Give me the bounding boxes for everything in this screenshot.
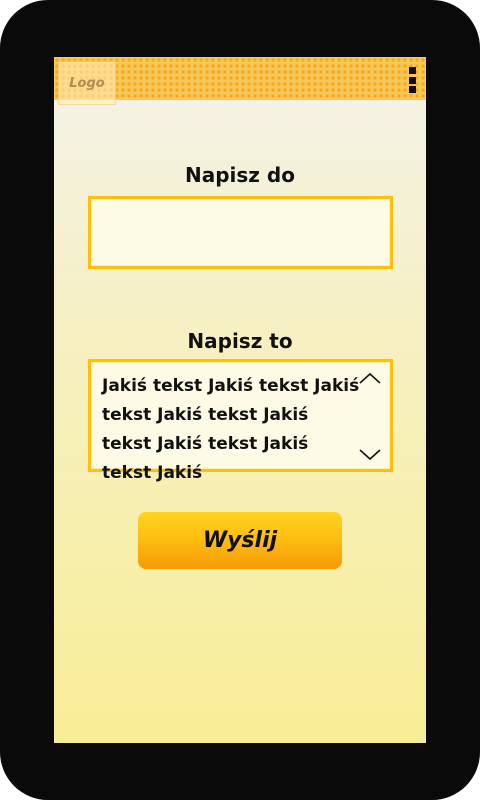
recipient-label: Napisz do [185,163,295,187]
message-label: Napisz to [187,329,293,353]
message-textarea[interactable]: Jakiś tekst Jakiś tekst Jakiś tekst Jaki… [88,359,393,483]
app-screen: Logo Napisz do Napisz to Jakiś tekst Jak… [54,57,426,743]
message-text: Jakiś tekst Jakiś tekst Jakiś tekst Jaki… [102,376,360,483]
recipient-input[interactable] [88,196,393,269]
send-button[interactable]: Wyślij [138,512,342,569]
chevron-down-icon[interactable] [358,448,382,462]
chevron-up-icon[interactable] [358,371,382,385]
logo[interactable]: Logo [58,61,116,105]
vertical-dots-icon[interactable] [409,67,416,93]
header-bar: Logo [54,57,426,105]
menu-dot [409,67,416,74]
menu-dot [409,76,416,84]
menu-dot [409,86,416,93]
device-frame: Logo Napisz do Napisz to Jakiś tekst Jak… [0,0,480,800]
